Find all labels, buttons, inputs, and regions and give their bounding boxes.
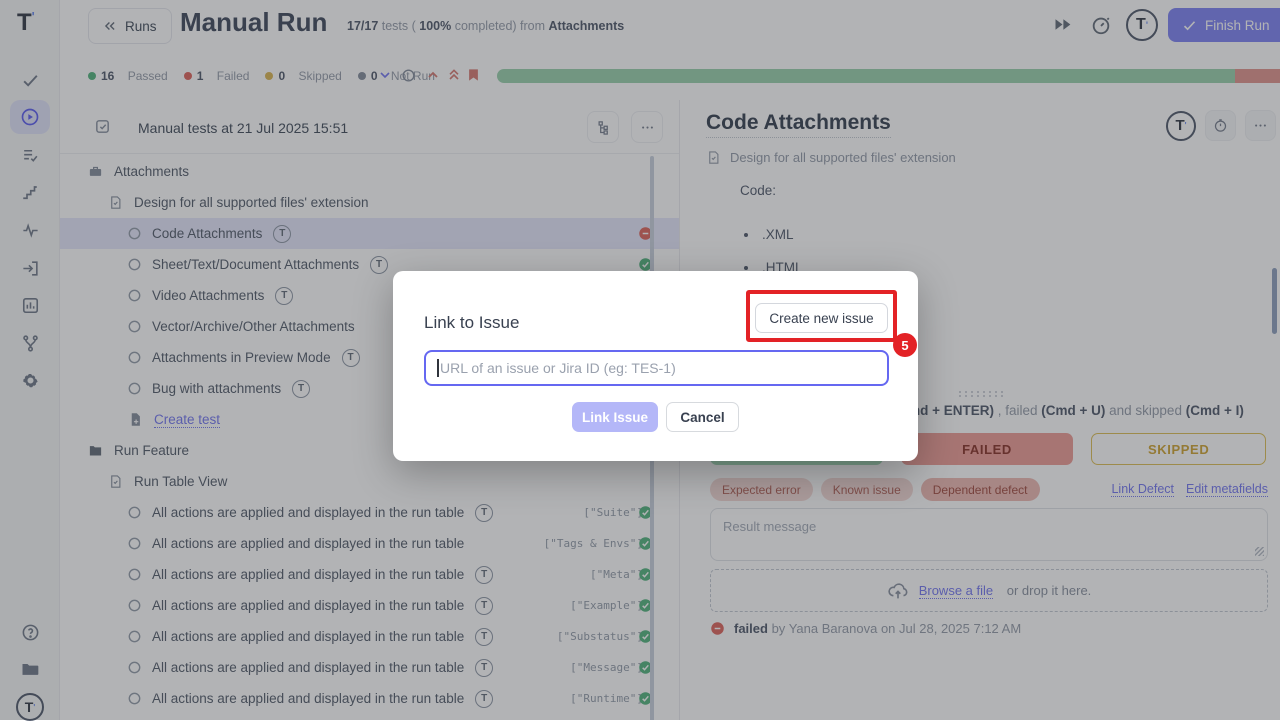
issue-input-wrap xyxy=(424,350,889,386)
text-caret xyxy=(437,359,439,377)
link-issue-button[interactable]: Link Issue xyxy=(572,402,658,432)
modal-title: Link to Issue xyxy=(424,313,519,333)
cancel-button[interactable]: Cancel xyxy=(666,402,739,432)
annotation-step-badge: 5 xyxy=(893,333,917,357)
create-new-issue-button[interactable]: Create new issue xyxy=(755,303,888,333)
link-to-issue-modal: Link to Issue 5 Create new issue Link Is… xyxy=(393,271,918,461)
issue-url-input[interactable] xyxy=(424,350,889,386)
